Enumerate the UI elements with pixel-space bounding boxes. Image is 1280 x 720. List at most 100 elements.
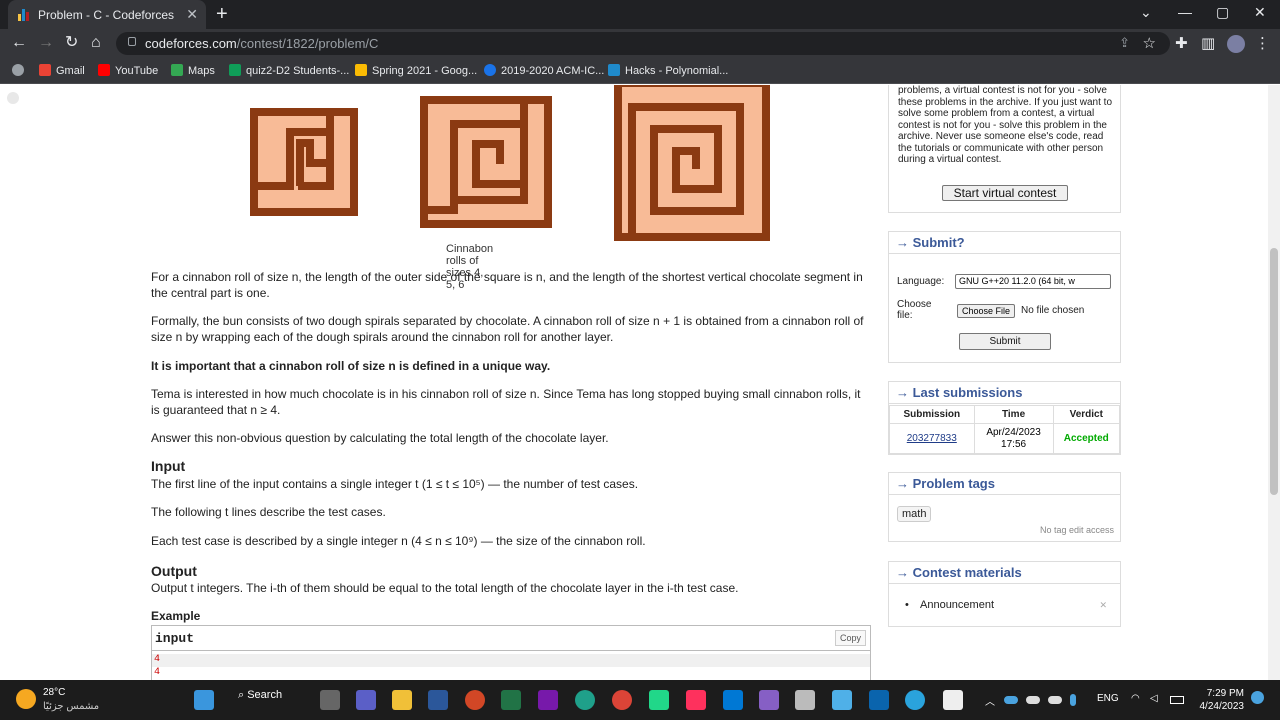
bookmark-hacks[interactable]: Hacks - Polynomial... [608,64,728,77]
document-icon[interactable] [943,690,963,710]
page-scrollbar[interactable] [1268,85,1280,680]
copy-button[interactable]: Copy [834,630,866,646]
volume-icon[interactable]: ◁ [1150,693,1158,704]
tab-search-icon[interactable]: ⌄ [1140,4,1152,21]
virtual-contest-box: problems, a virtual contest is not for y… [888,85,1121,213]
bookmark-star-icon[interactable]: ☆ [1143,34,1156,52]
file-explorer-icon[interactable] [392,690,412,710]
back-icon[interactable]: ← [11,34,27,52]
col-submission: Submission [889,405,975,424]
bookmarks-bar: Gmail YouTube Maps quiz2-D2 Students-...… [0,58,1280,84]
edge-icon[interactable] [575,690,595,710]
visual-studio-icon[interactable] [759,690,779,710]
scrollbar-thumb[interactable] [1270,248,1278,495]
statement-paragraph-2: Formally, the bun consists of two dough … [151,314,864,344]
submission-link[interactable]: 203277833 [907,433,957,444]
home-icon[interactable]: ⌂ [91,34,101,52]
notepad-icon[interactable] [832,690,852,710]
profile-avatar[interactable] [1227,35,1245,53]
divider [152,650,870,651]
bookmark-spring[interactable]: Spring 2021 - Goog... [355,64,477,77]
announcement-link[interactable]: Announcement [905,599,994,611]
bookmark-gmail[interactable]: Gmail [39,64,85,77]
pycharm-icon[interactable] [649,690,669,710]
input-header: Input [151,458,186,474]
start-virtual-contest-button[interactable]: Start virtual contest [942,185,1068,201]
col-time: Time [973,405,1054,424]
submit-title: → Submit? [889,232,1120,254]
input-paragraph-3: Each test case is described by a single … [151,534,646,548]
apps-icon[interactable] [12,64,29,77]
choose-file-button[interactable]: Choose File [957,304,1016,318]
url-text: codeforces.com/contest/1822/problem/C [145,36,379,51]
new-tab-button[interactable]: + [216,3,228,26]
notification-icon[interactable] [1251,691,1264,704]
submission-time: Apr/24/2023 17:56 [973,423,1054,454]
extensions-icon[interactable]: ✚ [1175,34,1188,52]
tab-codeforces[interactable]: Problem - C - Codeforces ✕ [8,0,206,29]
no-tag-edit-text: No tag edit access [1039,525,1114,535]
search-button[interactable]: ⌕ Search [238,689,282,702]
clock[interactable]: 7:29 PM 4/24/2023 [1198,687,1245,713]
start-icon[interactable] [194,690,214,710]
input-paragraph-2: The following t lines describe the test … [151,505,386,519]
address-bar[interactable]: codeforces.com/contest/1822/problem/C ⇪ … [116,32,1170,55]
microphone-icon[interactable] [1070,694,1076,706]
powerpoint-icon[interactable] [465,690,485,710]
onedrive-icon[interactable] [1004,696,1018,704]
app-icon[interactable] [905,690,925,710]
wifi-icon[interactable]: ◠ [1131,693,1140,704]
language-select[interactable]: GNU G++20 11.2.0 (64 bit, w [955,274,1111,289]
submission-verdict: Accepted [1052,423,1121,454]
statement-paragraph-1: For a cinnabon roll of size n, the lengt… [151,270,863,300]
forward-icon[interactable]: → [38,34,54,52]
close-tab-icon[interactable]: ✕ [186,6,198,23]
cinnabon-roll-4 [250,108,358,216]
menu-icon[interactable]: ⋮ [1255,34,1270,52]
output-header: Output [151,563,197,579]
page-content: Cinnabon rolls of sizes 4, 5, 6 For a ci… [0,85,1268,680]
onenote-icon[interactable] [538,690,558,710]
vscode-icon[interactable] [723,690,743,710]
table-row: 203277833 Apr/24/2023 17:56 Accepted [889,423,1121,454]
chevron-up-icon[interactable]: ︿ [985,693,995,708]
minimize-icon[interactable]: — [1178,4,1192,20]
mail-icon[interactable] [869,690,889,710]
bookmark-quiz[interactable]: quiz2-D2 Students-... [229,64,349,77]
weather-temperature: 28°C [43,687,66,698]
close-window-icon[interactable]: ✕ [1254,4,1266,21]
excel-icon[interactable] [501,690,521,710]
virtual-contest-text: problems, a virtual contest is not for y… [898,85,1112,165]
share-icon[interactable]: ⇪ [1119,35,1130,51]
task-view-icon[interactable] [320,690,340,710]
tab-title: Problem - C - Codeforces [38,8,175,22]
language-indicator[interactable]: ENG [1097,693,1119,704]
clion-icon[interactable] [686,690,706,710]
battery-icon[interactable] [1170,696,1184,704]
weather-icon[interactable] [16,689,36,709]
last-submissions-box: → Last submissions Submission Time Verdi… [888,381,1121,455]
box-icon[interactable] [795,690,815,710]
reload-icon[interactable]: ↻ [65,34,78,52]
statement-paragraph-4: Tema is interested in how much chocolate… [151,387,861,417]
windows-taskbar: 28°C مشمس جزئيًا ⌕ Search ︿ ENG ◠ ◁ 7:29… [0,680,1280,720]
example-input-box: input Copy 4 4 [151,625,871,680]
input-paragraph-1: The first line of the input contains a s… [151,477,639,491]
submit-button[interactable]: Submit [959,333,1051,350]
teams-icon[interactable] [356,690,376,710]
side-panel-icon[interactable]: ▥ [1201,34,1215,52]
example-title: Example [151,609,201,623]
cloud-icon[interactable] [1026,696,1040,704]
bookmark-youtube[interactable]: YouTube [98,64,158,77]
cloud-icon[interactable] [1048,696,1062,704]
tag-math[interactable]: math [897,506,932,522]
submissions-table: Submission Time Verdict 203277833 Apr/24… [889,405,1121,454]
close-icon[interactable]: ✕ [1099,600,1107,611]
word-icon[interactable] [428,690,448,710]
chrome-icon[interactable] [612,690,632,710]
maximize-icon[interactable]: ▢ [1216,4,1229,21]
last-submissions-title: → Last submissions [889,382,1120,404]
no-file-text: No file chosen [1021,305,1085,316]
bookmark-maps[interactable]: Maps [171,64,215,77]
bookmark-acm[interactable]: 2019-2020 ACM-IC... [484,64,604,77]
